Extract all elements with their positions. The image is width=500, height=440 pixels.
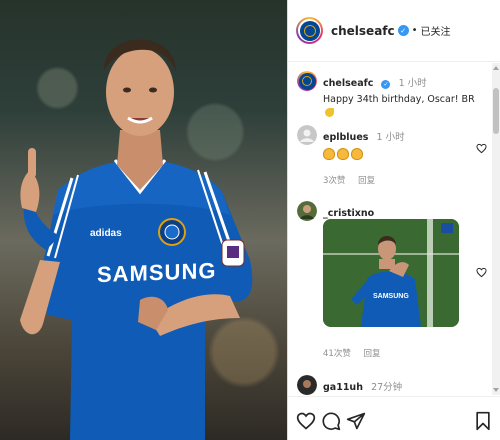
comment-avatar[interactable] [297,375,317,395]
comment-gif-image[interactable]: SAMSUNG [323,219,459,327]
bookmark-icon[interactable] [473,411,493,431]
comment-like-heart-icon[interactable] [476,143,487,154]
chelsea-crest-icon [298,72,316,90]
gif-jersey-text: SAMSUNG [373,293,409,300]
caption-avatar[interactable] [297,71,317,91]
comment-icon[interactable] [321,411,341,431]
collar-brand-text: adidas [90,228,122,239]
post-header: chelseafc ✓ • 已关注 [288,0,500,62]
post-photo[interactable]: SAMSUNG adidas [0,0,287,440]
header-separator: • [411,25,418,36]
reply-button[interactable]: 回复 [358,176,375,186]
comment-likes[interactable]: 41次赞 [323,349,351,359]
comments-list[interactable]: chelseafc ✓ 1 小时 Happy 34th birthday, Os… [288,63,493,395]
comment-username[interactable]: eplblues [323,132,368,143]
player-celebrating-image [20,39,253,440]
comment-username[interactable]: _cristixno [323,208,374,219]
comment-time: 27分钟 [371,382,403,393]
verified-badge-icon: ✓ [381,80,391,89]
caption-text: Happy 34th birthday, Oscar! BR [323,94,475,105]
jersey-sponsor-text: SAMSUNG [97,257,217,288]
comment-avatar[interactable] [297,125,317,145]
verified-badge-icon: ✓ [397,25,409,36]
clapping-hands-icon [337,147,349,160]
account-username[interactable]: chelseafc [331,24,395,38]
caption-time: 1 小时 [398,78,427,89]
heart-icon[interactable] [296,411,316,431]
caption-username[interactable]: chelseafc [323,78,373,89]
comment-time: 1 小时 [376,132,405,143]
comment-avatar[interactable] [297,201,317,221]
share-icon[interactable] [346,411,366,431]
clapping-hands-icon [351,147,363,160]
scroll-up-arrow-icon[interactable] [493,66,499,70]
clapping-hands-icon [323,147,335,160]
scrollbar-thumb[interactable] [493,88,499,134]
follow-status[interactable]: 已关注 [421,23,451,38]
scroll-down-arrow-icon[interactable] [493,388,499,392]
comment-likes[interactable]: 3次赞 [323,176,345,186]
post-action-bar [288,396,500,440]
comments-scrollbar[interactable] [492,63,500,395]
comment-emoji-row [323,147,483,160]
reply-button[interactable]: 回复 [364,349,381,359]
comment-like-heart-icon[interactable] [476,267,487,278]
chelsea-crest-icon [299,20,320,41]
comment-username[interactable]: ga11uh [323,382,363,393]
bird-emoji-icon [325,108,334,117]
account-avatar[interactable] [296,17,323,44]
gif-player-image [323,219,459,327]
post-side-panel: chelseafc ✓ • 已关注 chelseafc ✓ 1 小时 Happy… [287,0,500,440]
